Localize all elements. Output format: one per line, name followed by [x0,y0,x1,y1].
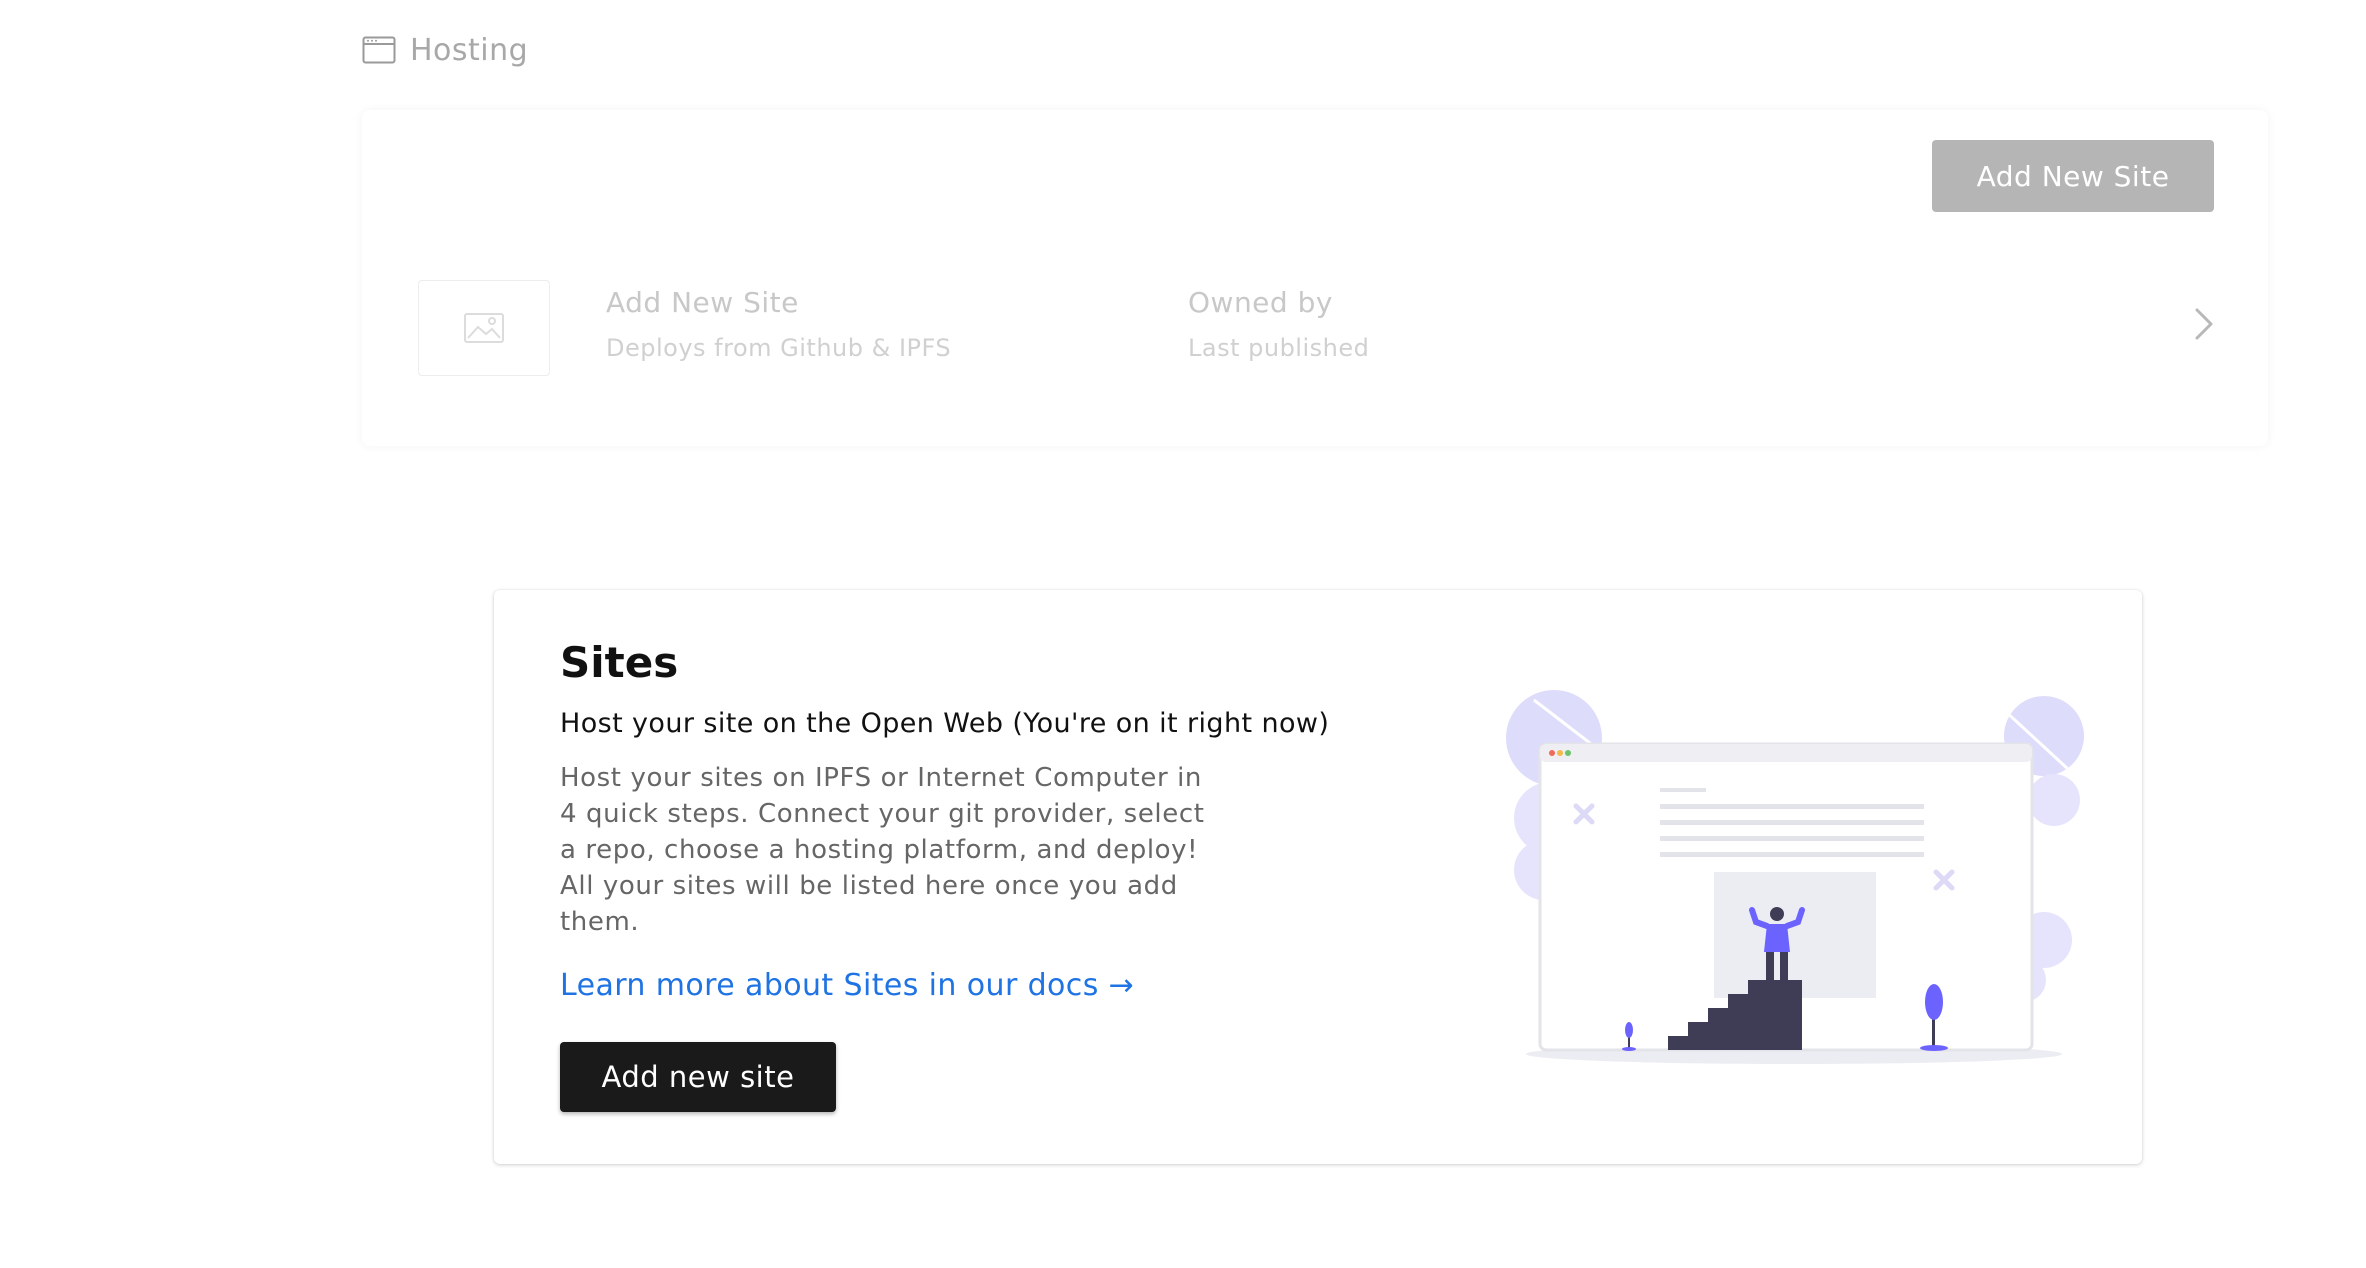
add-new-site-button[interactable]: Add New Site [1932,140,2214,212]
image-placeholder-icon [464,313,504,343]
person-on-stairs-illustration [1506,690,2084,1064]
empty-state-title: Sites [560,638,679,687]
site-name: Add New Site [606,286,799,319]
sites-list-card: Add New Site Add New Site Deploys from G… [362,110,2268,446]
docs-link[interactable]: Learn more about Sites in our docs → [560,968,1134,1003]
breadcrumb: Hosting [362,30,528,70]
empty-state-subtitle: Host your site on the Open Web (You're o… [560,708,1330,739]
add-new-site-cta-button[interactable]: Add new site [560,1042,836,1112]
site-subtitle: Deploys from Github & IPFS [606,334,952,362]
browser-window-icon [362,36,396,64]
last-published-label: Last published [1188,334,1370,362]
owner-label: Owned by [1188,286,1333,319]
chevron-right-icon[interactable] [2192,306,2216,342]
empty-state-description: Host your sites on IPFS or Internet Comp… [560,763,1205,937]
breadcrumb-label[interactable]: Hosting [410,33,528,68]
sites-empty-state-card: Sites Host your site on the Open Web (Yo… [494,590,2142,1164]
site-thumbnail [418,280,550,376]
